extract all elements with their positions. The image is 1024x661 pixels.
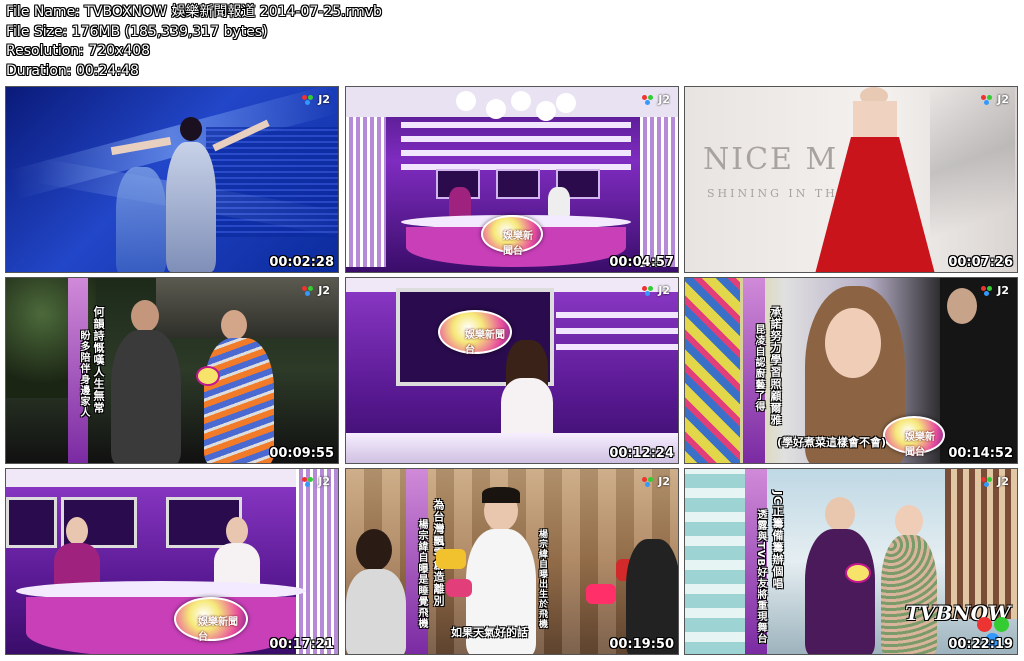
anchor-desk-base — [26, 597, 296, 654]
ceiling-lights — [456, 91, 476, 111]
studio-ceiling — [346, 87, 678, 117]
subtitle-text: (學好煮菜這樣會不會) — [777, 436, 887, 449]
reporter — [356, 529, 392, 571]
thumbnail-1[interactable]: J2 00:02:28 — [5, 86, 339, 273]
channel-logo: J2 — [642, 93, 670, 106]
subtitle-text: 如果天氣好的話 — [451, 626, 528, 639]
thumbnail-2[interactable]: 娛樂新聞台 J2 00:04:57 — [345, 86, 679, 273]
interviewer-head — [131, 300, 159, 332]
singer — [166, 142, 216, 272]
file-info: File Name: TVBOXNOW 娛樂新聞報道 2014-07-25.rm… — [6, 3, 382, 81]
man — [805, 529, 875, 654]
studio-ceiling — [6, 469, 338, 487]
backdrop-text: NICE M — [703, 142, 839, 177]
show-logo-badge: 娛樂新聞台 — [481, 215, 543, 257]
caption-title: 承諾努力學習照顧爾雅 — [769, 306, 782, 426]
thumbnail-5[interactable]: 娛樂新聞台 J2 00:12:24 — [345, 277, 679, 464]
channel-logo: J2 — [642, 284, 670, 297]
timestamp: 00:09:55 — [269, 446, 334, 461]
caption-side: 楊宗緯自曝出生於飛機 — [537, 529, 547, 629]
wall-stripes — [556, 312, 678, 318]
model-shoulders — [853, 101, 897, 141]
host — [449, 187, 471, 217]
file-name: File Name: TVBOXNOW 娛樂新聞報道 2014-07-25.rm… — [6, 4, 382, 20]
reporter — [346, 569, 406, 654]
thumbnail-3[interactable]: NICE M SHINING IN THE J2 00:07:26 — [684, 86, 1018, 273]
woman — [881, 535, 937, 654]
channel-logo: J2 — [302, 475, 330, 488]
dancer — [116, 167, 166, 272]
interviewer — [111, 330, 181, 463]
caption-title: JC正籌備籌辦個唱 — [771, 491, 784, 590]
man-head — [825, 497, 855, 531]
stage-set — [685, 469, 745, 654]
microphone — [845, 563, 871, 583]
backdrop-art — [685, 278, 740, 463]
host-head — [226, 517, 248, 545]
silver-sculpture — [930, 87, 1015, 272]
channel-logo: J2 — [642, 475, 670, 488]
singer-head — [180, 117, 202, 141]
interviewee-head — [221, 310, 247, 340]
timestamp: 00:22:19 — [948, 637, 1013, 652]
caption-subtitle: 透露與TVB好友將重現舞台 — [755, 509, 766, 645]
channel-logo: J2 — [981, 475, 1009, 488]
timestamp: 00:17:21 — [269, 637, 334, 652]
duration: Duration: 00:24:48 — [6, 62, 139, 79]
channel-logo: J2 — [302, 93, 330, 106]
host — [548, 187, 570, 217]
wall-stripes — [401, 122, 631, 128]
stage-set — [945, 469, 1017, 619]
crowd-face — [947, 288, 977, 324]
caption-title: 何韻詩慨嘆人生無常 — [92, 306, 105, 414]
woman-head — [895, 505, 923, 537]
microphone — [196, 366, 220, 386]
caption-subtitle: 盼多陪伴身邊家人 — [78, 330, 89, 418]
channel-logo: J2 — [981, 284, 1009, 297]
thumbnail-4[interactable]: 何韻詩慨嘆人生無常 盼多陪伴身邊家人 J2 00:09:55 — [5, 277, 339, 464]
interviewee — [204, 338, 274, 463]
woman-face — [825, 308, 881, 378]
studio-pillar — [296, 469, 338, 654]
thumbnail-9[interactable]: JC正籌備籌辦個唱 透露與TVB好友將重現舞台 TVBNOW J2 00:22:… — [684, 468, 1018, 655]
host — [501, 378, 553, 440]
microphone — [436, 549, 466, 569]
channel-logo: J2 — [981, 93, 1009, 106]
thumbnail-7[interactable]: 娛樂新聞台 J2 00:17:21 — [5, 468, 339, 655]
channel-logo: J2 — [302, 284, 330, 297]
host-head — [66, 517, 88, 545]
thumbnail-8[interactable]: 為台灣飄零創造離別 楊宗緯自曝是睡覺飛機 楊宗緯自曝出生於飛機 如果天氣好的話 … — [345, 468, 679, 655]
show-logo-badge: 娛樂新聞台 — [174, 597, 248, 643]
microphone — [446, 579, 472, 597]
timestamp: 00:04:57 — [609, 255, 674, 270]
show-logo-badge: 娛樂新聞台 — [883, 416, 945, 458]
show-logo-badge: 娛樂新聞台 — [438, 310, 512, 356]
singer-hair — [482, 487, 520, 503]
timestamp: 00:14:52 — [948, 446, 1013, 461]
thumbnail-6[interactable]: 承諾努力學習照顧爾雅 昆凌自認廚藝了得 娛樂新聞台 (學好煮菜這樣會不會) J2… — [684, 277, 1018, 464]
caption-subtitle: 楊宗緯自曝是睡覺飛機 — [416, 519, 427, 629]
timestamp: 00:12:24 — [609, 446, 674, 461]
monitor — [496, 169, 540, 199]
caption-subtitle: 昆凌自認廚藝了得 — [753, 324, 764, 412]
resolution: Resolution: 720x408 — [6, 43, 151, 59]
timestamp: 00:19:50 — [609, 637, 674, 652]
file-size: File Size: 176MB (185,339,317 bytes) — [6, 23, 268, 40]
microphone — [586, 584, 616, 604]
studio-pillar — [346, 117, 386, 267]
backdrop-text: SHINING IN THE — [707, 187, 849, 200]
timestamp: 00:07:26 — [948, 255, 1013, 270]
timestamp: 00:02:28 — [269, 255, 334, 270]
studio-pillar — [640, 117, 678, 267]
monitor — [6, 497, 57, 548]
